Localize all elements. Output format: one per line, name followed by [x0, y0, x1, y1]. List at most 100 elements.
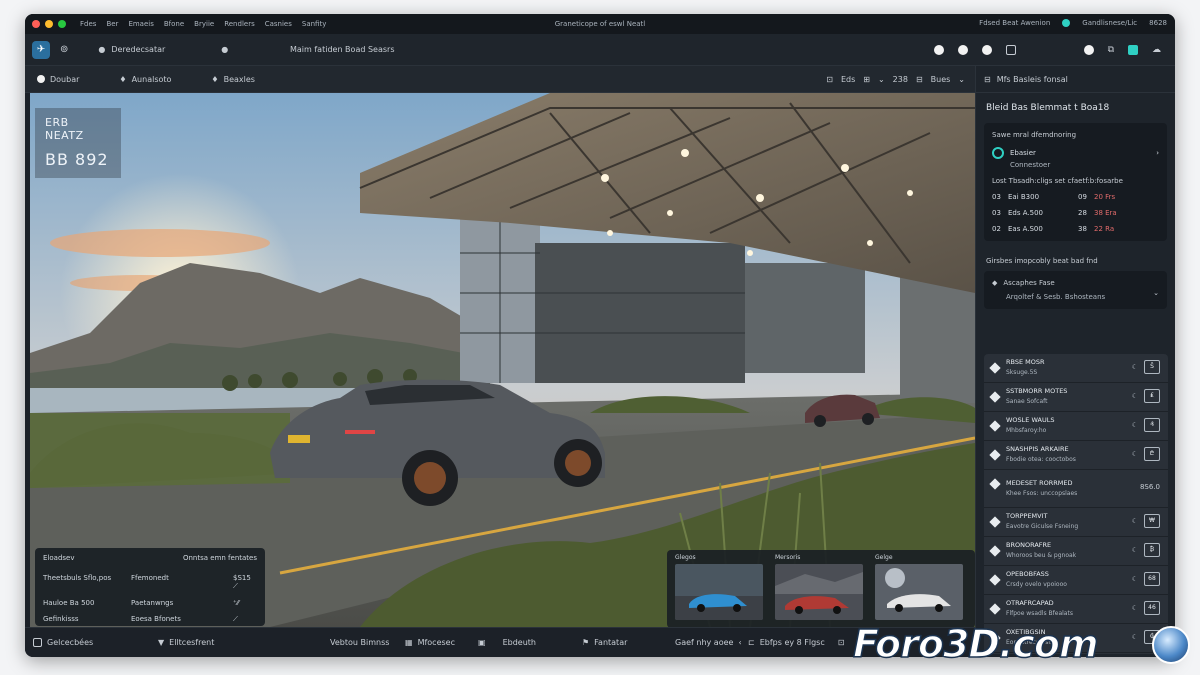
- view-option-3[interactable]: ♦ Beaxles: [211, 75, 255, 84]
- menu-item[interactable]: Ber: [106, 20, 118, 28]
- book-icon[interactable]: ⧉: [1108, 45, 1114, 55]
- menu-item[interactable]: Rendlers: [224, 20, 255, 28]
- list-item-button[interactable]: 46: [1144, 601, 1160, 615]
- chevron-left-icon[interactable]: ‹: [738, 638, 741, 647]
- list-item-button[interactable]: ₿: [1144, 543, 1160, 557]
- pin-icon[interactable]: ●: [221, 45, 228, 54]
- radio-icon: [37, 75, 45, 83]
- active-panel-button[interactable]: [1128, 44, 1138, 55]
- image-icon[interactable]: ⊟: [916, 75, 923, 84]
- info-panel-tab-right[interactable]: Onntsa emn fentates: [183, 554, 257, 562]
- info-cell[interactable]: ⟋: [233, 615, 257, 624]
- document-selector[interactable]: ● Deredecsatar ●: [98, 45, 228, 54]
- panel-icon[interactable]: ⊟: [984, 75, 991, 84]
- list-item-button[interactable]: 68: [1144, 572, 1160, 586]
- status-item[interactable]: Gaef nhy aoee ‹: [675, 638, 742, 647]
- info-cell[interactable]: $S15 ⟋: [233, 574, 257, 591]
- view-option-label: Doubar: [50, 74, 80, 84]
- globe-icon: [1152, 626, 1190, 664]
- close-window-button[interactable]: [32, 20, 40, 28]
- menu-item[interactable]: Bryiie: [194, 20, 214, 28]
- status-item[interactable]: Vebtou Bimnss: [330, 638, 389, 647]
- half-moon-icon: ☾: [1131, 421, 1138, 429]
- camera-button[interactable]: [981, 44, 992, 55]
- list-item[interactable]: TORPPEMVIT Eavotre Giculse Fsneing ☾ ₩: [984, 508, 1168, 537]
- preview-button[interactable]: [957, 44, 968, 55]
- info-cell[interactable]: ⁺⁄⁄: [233, 599, 257, 607]
- list-item-title: WOSLE WAULS: [1006, 416, 1055, 424]
- list-item-title: BRONORAFRE: [1006, 541, 1052, 549]
- thumbnail[interactable]: Mersoris: [775, 554, 863, 624]
- status-item[interactable]: ▼ Elltcesfrent: [158, 638, 214, 647]
- project-title: Maim fatiden Boad Seasrs: [290, 45, 395, 54]
- chevron-right-icon[interactable]: ›: [1156, 149, 1159, 157]
- menu-item[interactable]: Emaeis: [128, 20, 153, 28]
- grid-icon[interactable]: ⊞: [863, 75, 870, 84]
- list-item[interactable]: SNASHPIS ARKAIRE Fbodie otea: cooctobos …: [984, 441, 1168, 470]
- thumbnail-image: [675, 564, 763, 620]
- asset-card[interactable]: ◆ Ascaphes Fase Arqoltef & Sesb. Bshoste…: [984, 271, 1167, 309]
- triangle-down-icon: ▼: [158, 638, 165, 647]
- list-item[interactable]: RBSE MOSR Sksuge.5S ☾ Ŝ: [984, 354, 1168, 383]
- status-item[interactable]: ⚑ Fantatar: [582, 638, 627, 647]
- list-item[interactable]: OTRAFRCAPAD Flfpoe wsadls Bfealats ☾ 46: [984, 595, 1168, 624]
- view-option-2[interactable]: ♦ Aunalsoto: [119, 75, 171, 84]
- list-item-button[interactable]: ₤: [1144, 389, 1160, 403]
- main-toolbar: ✈ ⊚ ● Deredecsatar ● Maim fatiden Boad S…: [25, 34, 1175, 66]
- menu-item[interactable]: Sanfity: [302, 20, 326, 28]
- scene-render: [30, 93, 975, 627]
- app-logo-icon[interactable]: ✈: [32, 40, 50, 59]
- list-item-button[interactable]: ₰: [1144, 418, 1160, 432]
- maximize-window-button[interactable]: [58, 20, 66, 28]
- expand-icon[interactable]: ⊡: [838, 638, 845, 647]
- window-controls: [32, 20, 66, 28]
- info-panel-tab-left[interactable]: Eloadsev: [43, 554, 74, 562]
- list-item[interactable]: OPEBOBFASS Crsdy ovelo vpoiooo ☾ 68: [984, 566, 1168, 595]
- chevron-down-icon[interactable]: ⌄: [958, 75, 965, 84]
- status-item[interactable]: Gelcecbées: [33, 638, 93, 647]
- list-item-title: OPEBOBFASS: [1006, 570, 1049, 578]
- render-viewport[interactable]: ERB NEATZ BB 892 Eloadsev Onntsa emn fen…: [30, 93, 975, 627]
- account-label[interactable]: Fdsed Beat Awenion: [979, 19, 1050, 27]
- minimize-window-button[interactable]: [45, 20, 53, 28]
- document-name: Deredecsatar: [111, 45, 166, 54]
- menu-item[interactable]: Casnies: [265, 20, 292, 28]
- list-item[interactable]: BRONORAFRE Whoroos beu & pgnoak ☾ ₿: [984, 537, 1168, 566]
- stat-index: 02: [992, 225, 1001, 233]
- view-option-1[interactable]: Doubar: [37, 75, 79, 84]
- link-icon[interactable]: ⊚: [60, 44, 68, 55]
- status-item-label: Ebdeuth: [502, 638, 536, 647]
- render-button[interactable]: [933, 44, 944, 55]
- workspace-label[interactable]: Gandlisnese/Lic: [1082, 19, 1137, 27]
- chevron-down-icon[interactable]: ⌄: [1153, 289, 1159, 297]
- cloud-icon[interactable]: ☁: [1152, 45, 1161, 55]
- list-item[interactable]: SSTBMORR MOTES Sanae Sofcaft ☾ ₤: [984, 383, 1168, 412]
- list-item-title: RBSE MOSR: [1006, 358, 1045, 366]
- menu-item[interactable]: Bfone: [164, 20, 184, 28]
- list-item[interactable]: WOSLE WAULS Mhbsfaroy:ho ☾ ₰: [984, 412, 1168, 441]
- list-item-button[interactable]: ₩: [1144, 514, 1160, 528]
- thumbnail[interactable]: Glegos: [675, 554, 763, 624]
- triangle-icon: [989, 478, 1001, 490]
- time-label: 8628: [1149, 19, 1167, 27]
- frame-icon[interactable]: ⊡: [826, 75, 833, 84]
- list-item[interactable]: MEDESET RORRMED Khee Fsos: unccopslaes 8…: [984, 470, 1168, 508]
- chevron-down-icon[interactable]: ⌄: [878, 75, 885, 84]
- toolbar-actions: ⧉ ☁: [933, 44, 1161, 55]
- flag-icon: ⚑: [582, 638, 590, 647]
- card-option[interactable]: Ebasier ›: [992, 147, 1159, 159]
- card-subtitle: Lost Tbsadh:cligs set cfaetf:b:fosarbe: [992, 177, 1123, 185]
- status-item-label: Vebtou Bimnss: [330, 638, 390, 647]
- status-item[interactable]: ⊏ Ebfps ey 8 Flgsc ⊡: [748, 638, 844, 647]
- section-label: Girsbes imopcobly beat bad fnd: [986, 257, 1098, 265]
- status-item-label: Mfocesec: [417, 638, 455, 647]
- thumbnail[interactable]: Gelge: [875, 554, 963, 624]
- list-item-sub: Crsdy ovelo vpoiooo: [1006, 581, 1067, 588]
- menu-item[interactable]: Fdes: [80, 20, 96, 28]
- status-item[interactable]: ▦ Mfocesec: [405, 638, 455, 647]
- record-button[interactable]: [1083, 44, 1094, 55]
- list-item-button[interactable]: Ŝ: [1144, 360, 1160, 374]
- status-item[interactable]: ▣ Ebdeuth: [478, 638, 536, 647]
- list-item-button[interactable]: ₾: [1144, 447, 1160, 461]
- layout-button[interactable]: [1005, 44, 1016, 55]
